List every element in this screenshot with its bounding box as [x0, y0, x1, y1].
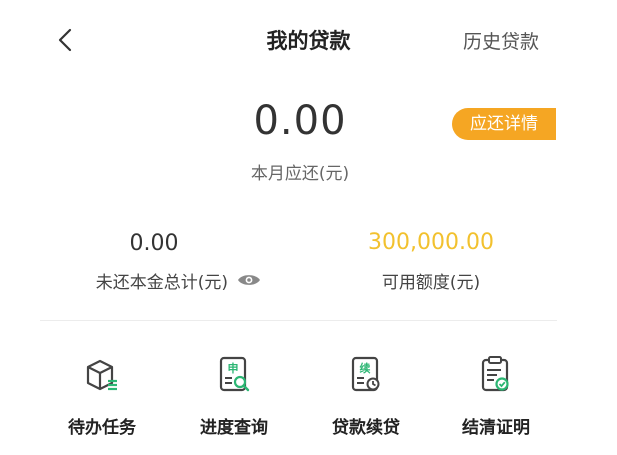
- action-todo-tasks[interactable]: 待办任务: [42, 353, 162, 438]
- due-details-button[interactable]: 应还详情: [452, 108, 556, 140]
- available-credit-value: 300,000.00: [368, 230, 494, 255]
- action-settlement-certificate[interactable]: 结清证明: [436, 353, 556, 438]
- unpaid-principal-label: 未还本金总计(元): [95, 273, 228, 293]
- unpaid-principal-value: 0.00: [129, 231, 179, 256]
- monthly-due-label: 本月应还(元): [250, 164, 350, 184]
- action-loan-renewal[interactable]: 续 贷款续贷: [306, 353, 426, 438]
- progress-query-icon: 申: [219, 356, 250, 392]
- action-progress-query[interactable]: 申 进度查询: [174, 353, 294, 438]
- action-label: 贷款续贷: [332, 418, 400, 438]
- icon-text-renew: 续: [360, 361, 371, 375]
- action-label: 结清证明: [462, 418, 530, 438]
- history-loans-link[interactable]: 历史贷款: [463, 27, 539, 54]
- renew-loan-icon: 续: [351, 356, 380, 392]
- settlement-certificate-icon: [481, 356, 509, 392]
- eye-icon[interactable]: [237, 272, 261, 288]
- action-label: 待办任务: [68, 418, 136, 438]
- available-credit-label: 可用额度(元): [381, 273, 481, 293]
- todo-box-icon: [86, 359, 117, 391]
- icon-text-apply: 申: [228, 361, 239, 375]
- divider: [40, 320, 557, 321]
- action-label: 进度查询: [200, 418, 268, 438]
